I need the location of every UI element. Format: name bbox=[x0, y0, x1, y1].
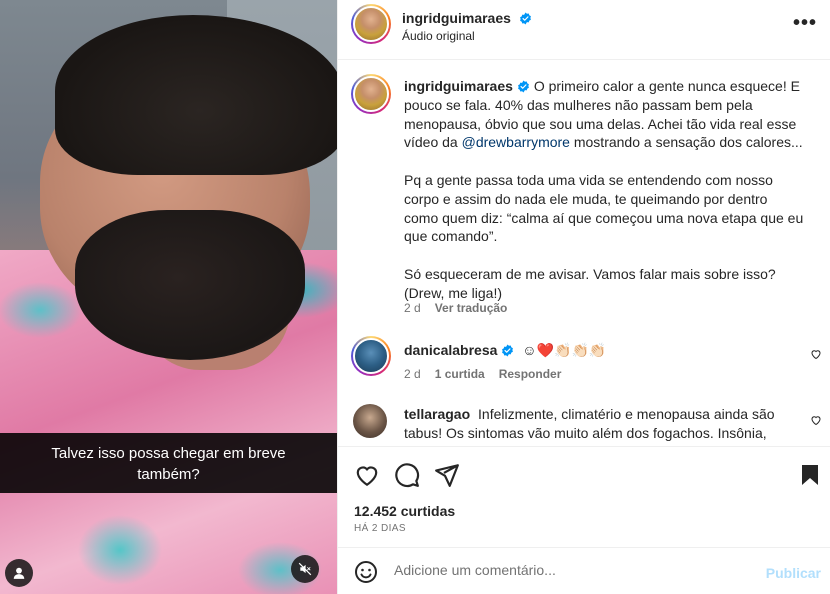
comment-composer: Publicar bbox=[338, 547, 830, 594]
post-header: ingridguimaraes Áudio original ••• bbox=[338, 0, 830, 60]
video-caption: Talvez isso possa chegar em breve também… bbox=[0, 433, 337, 493]
post-actions: 12.452 curtidas HÁ 2 DIAS bbox=[338, 446, 830, 546]
likes-count[interactable]: 12.452 curtidas bbox=[354, 503, 455, 519]
share-icon[interactable] bbox=[434, 462, 460, 488]
verified-icon bbox=[502, 344, 514, 357]
comment-icon[interactable] bbox=[394, 462, 420, 488]
comments-list[interactable]: ingridguimaraes O primeiro calor a gente… bbox=[338, 61, 830, 446]
header-username[interactable]: ingridguimaraes bbox=[402, 10, 511, 26]
comment-text: ☺❤️👏🏻👏🏻👏🏻 bbox=[522, 342, 607, 358]
hair bbox=[55, 15, 337, 175]
like-comment-icon[interactable] bbox=[810, 348, 822, 360]
comment-input[interactable] bbox=[394, 562, 754, 578]
mute-button[interactable] bbox=[291, 555, 319, 583]
see-translation-link[interactable]: Ver tradução bbox=[435, 301, 508, 315]
avatar[interactable] bbox=[351, 4, 391, 44]
like-comment-icon[interactable] bbox=[810, 414, 822, 426]
caption-line-2: também? bbox=[137, 466, 200, 483]
original-audio-link[interactable]: Áudio original bbox=[402, 29, 475, 43]
publish-button[interactable]: Publicar bbox=[766, 565, 821, 581]
post-author-avatar[interactable] bbox=[351, 74, 391, 114]
comment-likes[interactable]: 1 curtida bbox=[435, 367, 485, 381]
caption-text-2: Pq a gente passa toda uma vida se entend… bbox=[404, 171, 804, 245]
comment-meta: 2 d 1 curtida Responder bbox=[404, 367, 561, 381]
speaker-muted-icon bbox=[298, 562, 312, 576]
comment-avatar[interactable] bbox=[351, 336, 391, 376]
beard bbox=[75, 210, 305, 360]
comment-time: 2 d bbox=[404, 367, 421, 381]
comment-avatar[interactable] bbox=[353, 404, 387, 438]
mention-link[interactable]: @drewbarrymore bbox=[462, 134, 570, 150]
post-date: HÁ 2 DIAS bbox=[354, 523, 406, 534]
emoji-icon[interactable] bbox=[354, 560, 378, 584]
caption-text-3: Só esqueceram de me avisar. Vamos falar … bbox=[404, 265, 776, 301]
reel-video[interactable]: Talvez isso possa chegar em breve também… bbox=[0, 0, 337, 594]
caption-line-1: Talvez isso possa chegar em breve bbox=[51, 445, 286, 462]
post-caption: ingridguimaraes O primeiro calor a gente… bbox=[404, 77, 804, 321]
comment-1: danicalabresa ☺❤️👏🏻👏🏻👏🏻 bbox=[404, 341, 804, 360]
header-user: ingridguimaraes bbox=[402, 10, 532, 28]
verified-icon bbox=[518, 80, 529, 93]
more-options-button[interactable]: ••• bbox=[793, 12, 817, 35]
reply-button[interactable]: Responder bbox=[499, 367, 562, 381]
heart-icon[interactable] bbox=[354, 462, 380, 488]
comment-2: tellaragao Infelizmente, climatério e me… bbox=[404, 405, 804, 443]
comment-username[interactable]: danicalabresa bbox=[404, 342, 497, 358]
comment-username[interactable]: tellaragao bbox=[404, 406, 470, 422]
caption-meta: 2 d Ver tradução bbox=[404, 301, 507, 315]
caption-text-1b: mostrando a sensação dos calores... bbox=[569, 134, 803, 151]
tagged-user-button[interactable] bbox=[5, 559, 33, 587]
user-icon bbox=[13, 567, 25, 579]
caption-time: 2 d bbox=[404, 301, 421, 315]
verified-icon bbox=[520, 12, 532, 25]
caption-username[interactable]: ingridguimaraes bbox=[404, 78, 513, 94]
post-panel: ingridguimaraes Áudio original ••• ingri… bbox=[337, 0, 830, 594]
bookmark-icon[interactable] bbox=[798, 462, 822, 488]
